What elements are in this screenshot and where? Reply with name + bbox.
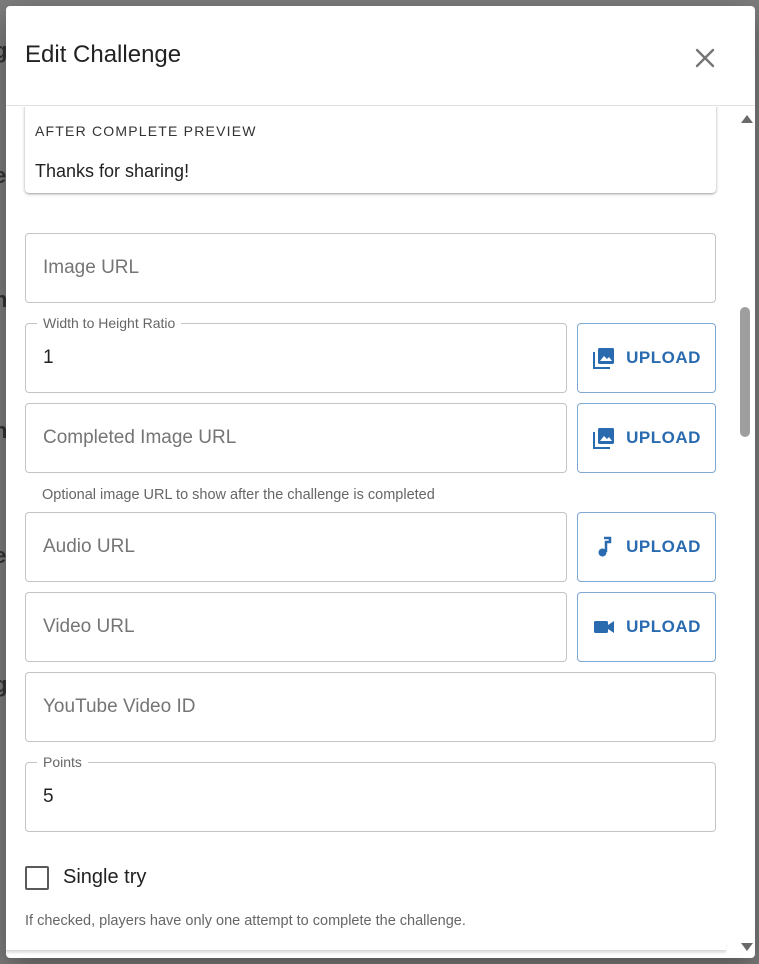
card-bottom-edge [6,942,726,951]
music-note-icon [592,535,616,559]
video-url-placeholder: Video URL [43,616,135,637]
image-upload-button[interactable]: UPLOAD [577,323,716,393]
points-field[interactable]: Points 5 [25,754,716,832]
video-url-field[interactable]: Video URL [25,592,567,662]
upload-label: UPLOAD [626,617,701,636]
scroll-down-arrow-icon[interactable] [741,943,753,951]
single-try-label[interactable]: Single try [63,866,146,889]
video-upload-button[interactable]: UPLOAD [577,592,716,662]
dialog-header: Edit Challenge [6,6,755,106]
youtube-video-id-placeholder: YouTube Video ID [43,696,196,717]
single-try-checkbox[interactable] [25,866,49,890]
single-try-helper-text: If checked, players have only one attemp… [25,913,466,929]
upload-label: UPLOAD [626,537,701,556]
dialog-title: Edit Challenge [25,41,182,68]
close-icon [695,48,715,68]
preview-text: Thanks for sharing! [35,161,190,181]
scroll-thumb[interactable] [740,307,750,437]
completed-image-helper-text: Optional image URL to show after the cha… [42,487,435,503]
image-icon [592,346,616,370]
image-icon [592,426,616,450]
audio-upload-button[interactable]: UPLOAD [577,512,716,582]
completed-image-upload-button[interactable]: UPLOAD [577,403,716,473]
close-button[interactable] [689,42,721,74]
completed-image-url-placeholder: Completed Image URL [43,427,237,448]
upload-label: UPLOAD [626,428,701,447]
audio-url-field[interactable]: Audio URL [25,512,567,582]
completed-image-url-field[interactable]: Completed Image URL [25,403,567,473]
ratio-field[interactable]: Width to Height Ratio 1 [25,315,567,393]
image-url-field[interactable]: Image URL [25,233,716,303]
videocam-icon [592,615,616,639]
preview-heading: AFTER COMPLETE PREVIEW [35,123,257,139]
ratio-value: 1 [43,347,54,368]
youtube-video-id-field[interactable]: YouTube Video ID [25,672,716,742]
dialog-content[interactable]: AFTER COMPLETE PREVIEW Thanks for sharin… [6,107,755,958]
background-fragment: d [0,200,1,214]
ratio-label: Width to Height Ratio [37,315,182,331]
background-fragment: d [0,325,1,339]
image-url-placeholder: Image URL [43,257,140,278]
audio-url-placeholder: Audio URL [43,536,135,557]
scrollbar[interactable] [738,107,754,958]
points-value: 5 [43,786,54,807]
edit-challenge-dialog: Edit Challenge AFTER COMPLETE PREVIEW Th… [6,6,755,958]
scroll-up-arrow-icon[interactable] [741,115,753,123]
upload-label: UPLOAD [626,348,701,367]
points-label: Points [37,754,88,770]
after-complete-preview-card: AFTER COMPLETE PREVIEW Thanks for sharin… [25,107,716,193]
